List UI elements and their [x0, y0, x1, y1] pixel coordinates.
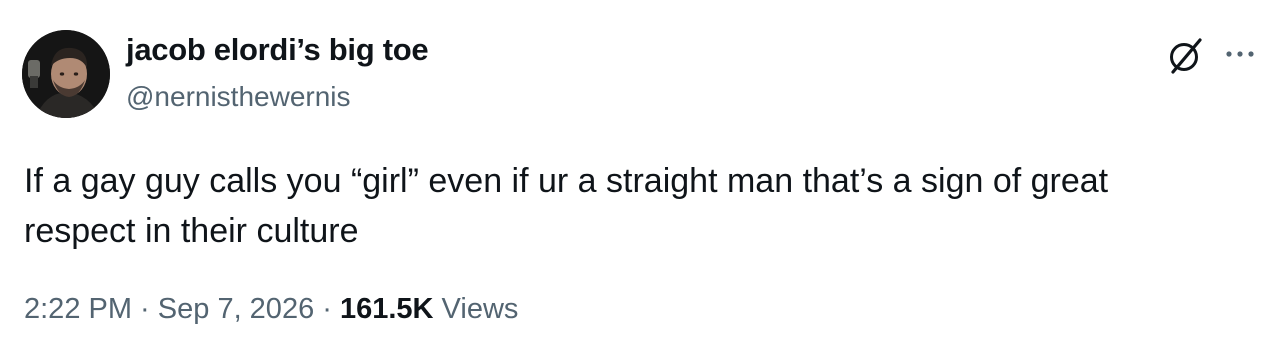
tweet-meta: 2:22 PM · Sep 7, 2026 · 161.5K Views — [24, 293, 518, 326]
meta-separator: · — [132, 293, 158, 325]
avatar-image — [22, 30, 110, 118]
tweet-time[interactable]: 2:22 PM — [24, 293, 132, 325]
tweet-text: If a gay guy calls you “girl” even if ur… — [24, 156, 1254, 256]
author-handle[interactable]: @nernisthewernis — [126, 81, 351, 113]
grok-icon[interactable] — [1164, 34, 1208, 78]
views-count[interactable]: 161.5K — [340, 293, 434, 325]
author-display-name[interactable]: jacob elordi’s big toe — [126, 32, 429, 68]
avatar[interactable] — [22, 30, 110, 118]
tweet-text-line: respect in their culture — [24, 212, 359, 250]
tweet-text-line: If a gay guy calls you “girl” even if ur… — [24, 162, 1109, 200]
tweet-card: jacob elordi’s big toe @nernisthewernis … — [0, 0, 1266, 350]
more-options-icon[interactable] — [1224, 40, 1256, 70]
tweet-date[interactable]: Sep 7, 2026 — [158, 293, 314, 325]
meta-separator: · — [314, 293, 340, 325]
views-label[interactable]: Views — [434, 293, 519, 325]
